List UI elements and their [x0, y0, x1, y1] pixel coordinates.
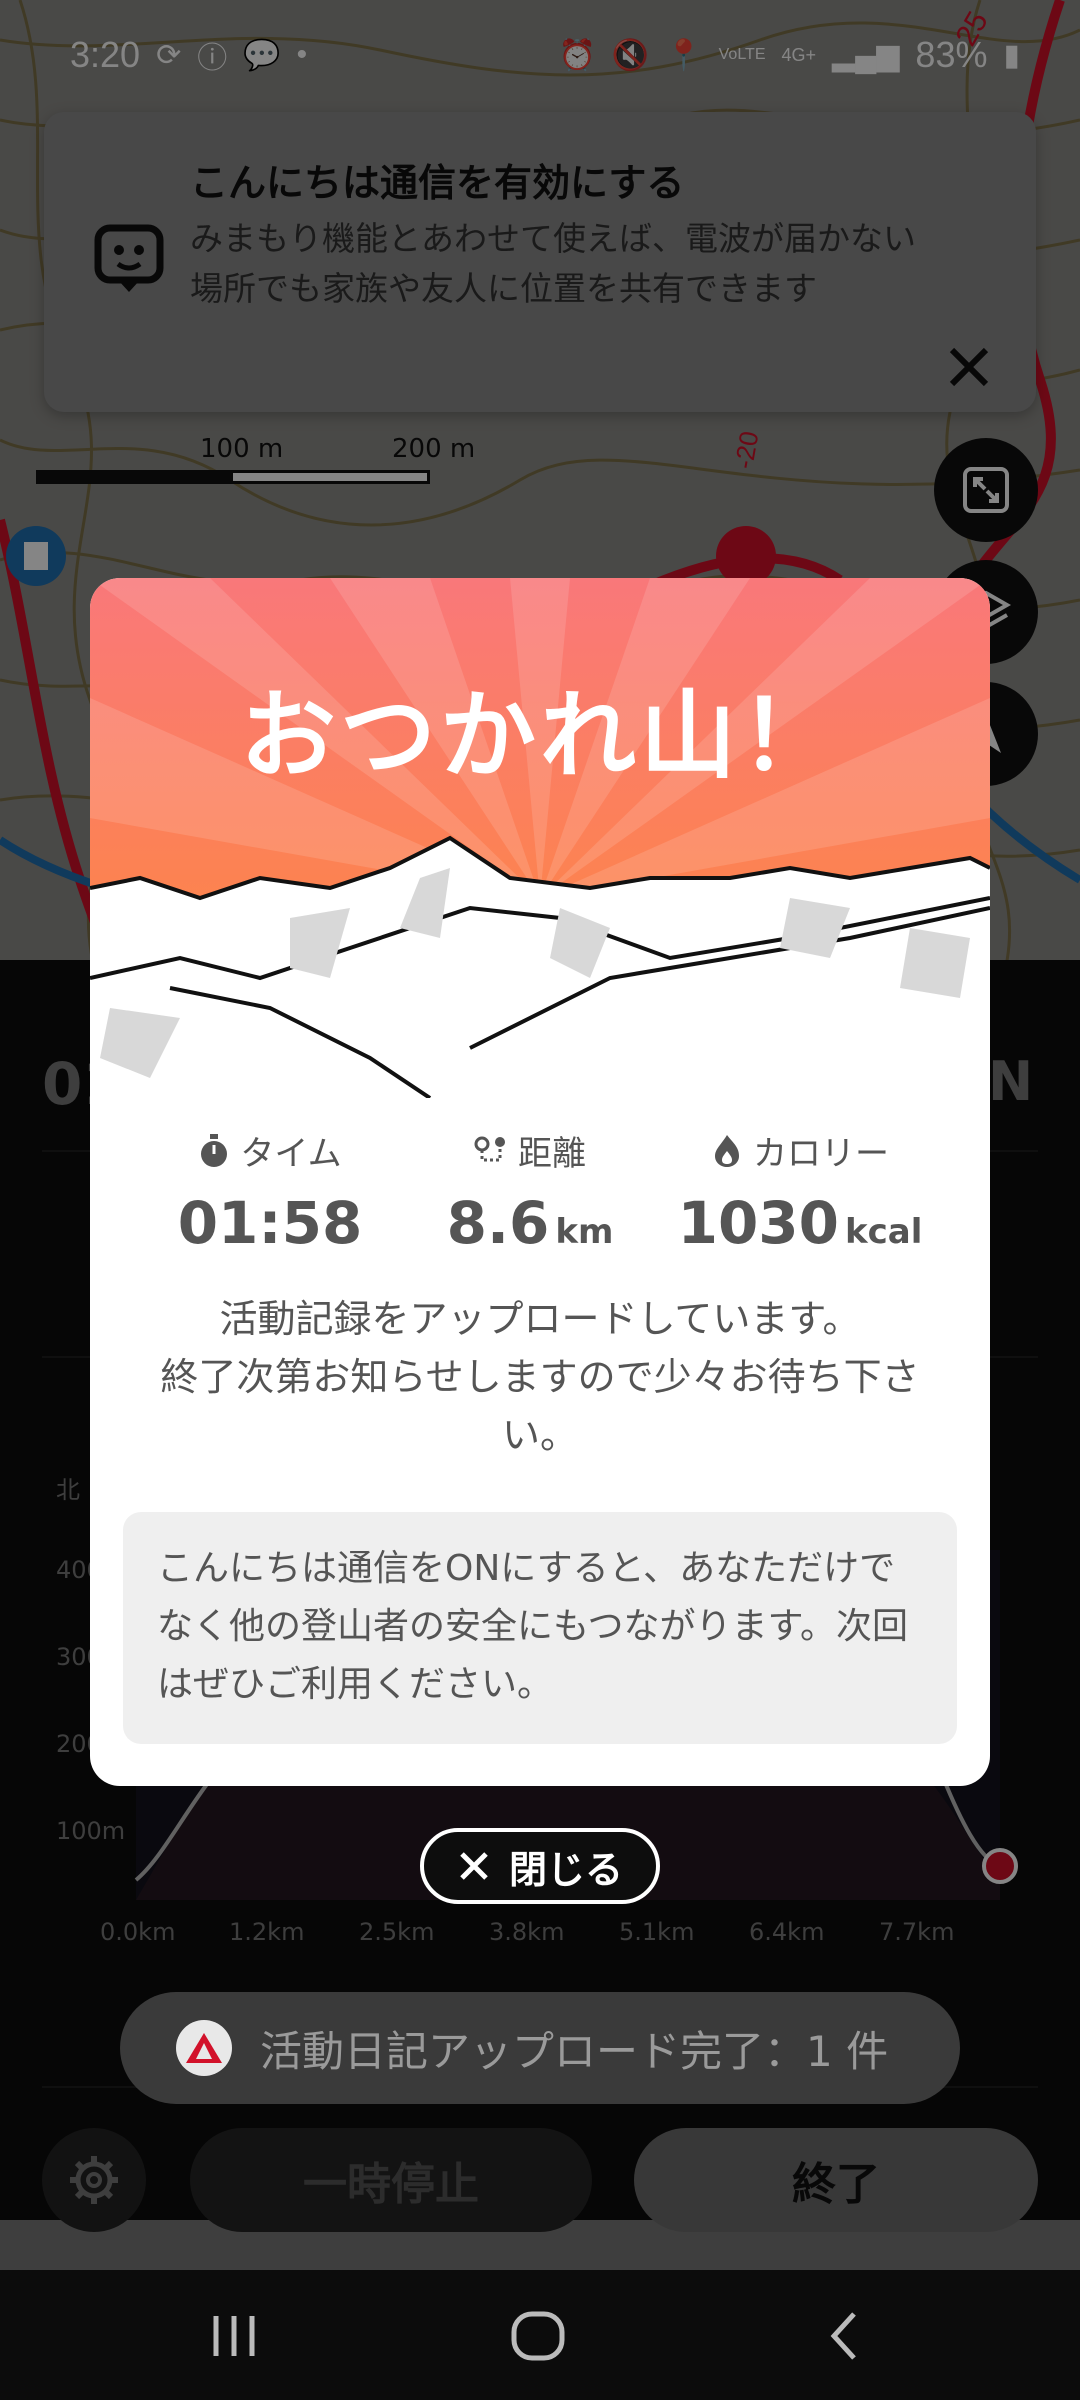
- close-dialog-button[interactable]: 閉じる: [420, 1828, 660, 1904]
- home-button[interactable]: [508, 2308, 568, 2368]
- upload-complete-toast: 活動日記アップロード完了：1 件: [120, 1992, 960, 2104]
- stat-label: カロリー: [753, 1134, 889, 1174]
- upload-message-line: 活動記録をアップロードしています。: [219, 1297, 861, 1341]
- stat-value: 01:58: [177, 1189, 363, 1257]
- home-icon: [511, 2311, 565, 2361]
- stat-unit: km: [555, 1212, 614, 1252]
- recent-apps-button[interactable]: [206, 2308, 262, 2368]
- upload-message: 活動記録をアップロードしています。 終了次第お知らせしますので少々お待ち下さい。: [130, 1290, 950, 1464]
- close-button-label: 閉じる: [508, 1847, 623, 1892]
- app-logo-icon: [176, 2020, 232, 2076]
- stat-time: タイム 01:58: [160, 1126, 380, 1257]
- connectivity-notice: こんにちは通信をONにすると、あなただけでなく他の登山者の安全にもつながります。…: [123, 1512, 957, 1744]
- mountain-illustration: おつかれ山！: [90, 578, 990, 1100]
- stat-value: 8.6: [446, 1189, 550, 1257]
- stat-label: 距離: [518, 1134, 586, 1174]
- activity-stats: タイム 01:58 距離 8.6 km カロリー 1030 kcal: [90, 1126, 990, 1266]
- stat-value: 1030: [677, 1189, 840, 1257]
- back-button[interactable]: [818, 2308, 874, 2368]
- stat-calories: カロリー 1030 kcal: [650, 1126, 950, 1257]
- completion-dialog: おつかれ山！ タイム 01:58 距離 8.6 km カロリー 1030 kca…: [90, 578, 990, 1786]
- route-icon: [474, 1136, 505, 1161]
- headline: おつかれ山！: [240, 680, 840, 792]
- upload-message-line: 終了次第お知らせしますので少々お待ち下さい。: [160, 1355, 920, 1457]
- system-nav-bar: [0, 2270, 1080, 2400]
- stopwatch-icon: [201, 1133, 228, 1167]
- back-icon: [830, 2312, 856, 2360]
- toast-text: 活動日記アップロード完了：1 件: [260, 2026, 889, 2076]
- stat-distance: 距離 8.6 km: [420, 1126, 640, 1257]
- flame-icon: [715, 1134, 739, 1167]
- stat-label: タイム: [240, 1134, 342, 1174]
- stat-unit: kcal: [845, 1212, 923, 1252]
- close-icon: [460, 1852, 488, 1880]
- recent-apps-icon: [213, 2316, 255, 2356]
